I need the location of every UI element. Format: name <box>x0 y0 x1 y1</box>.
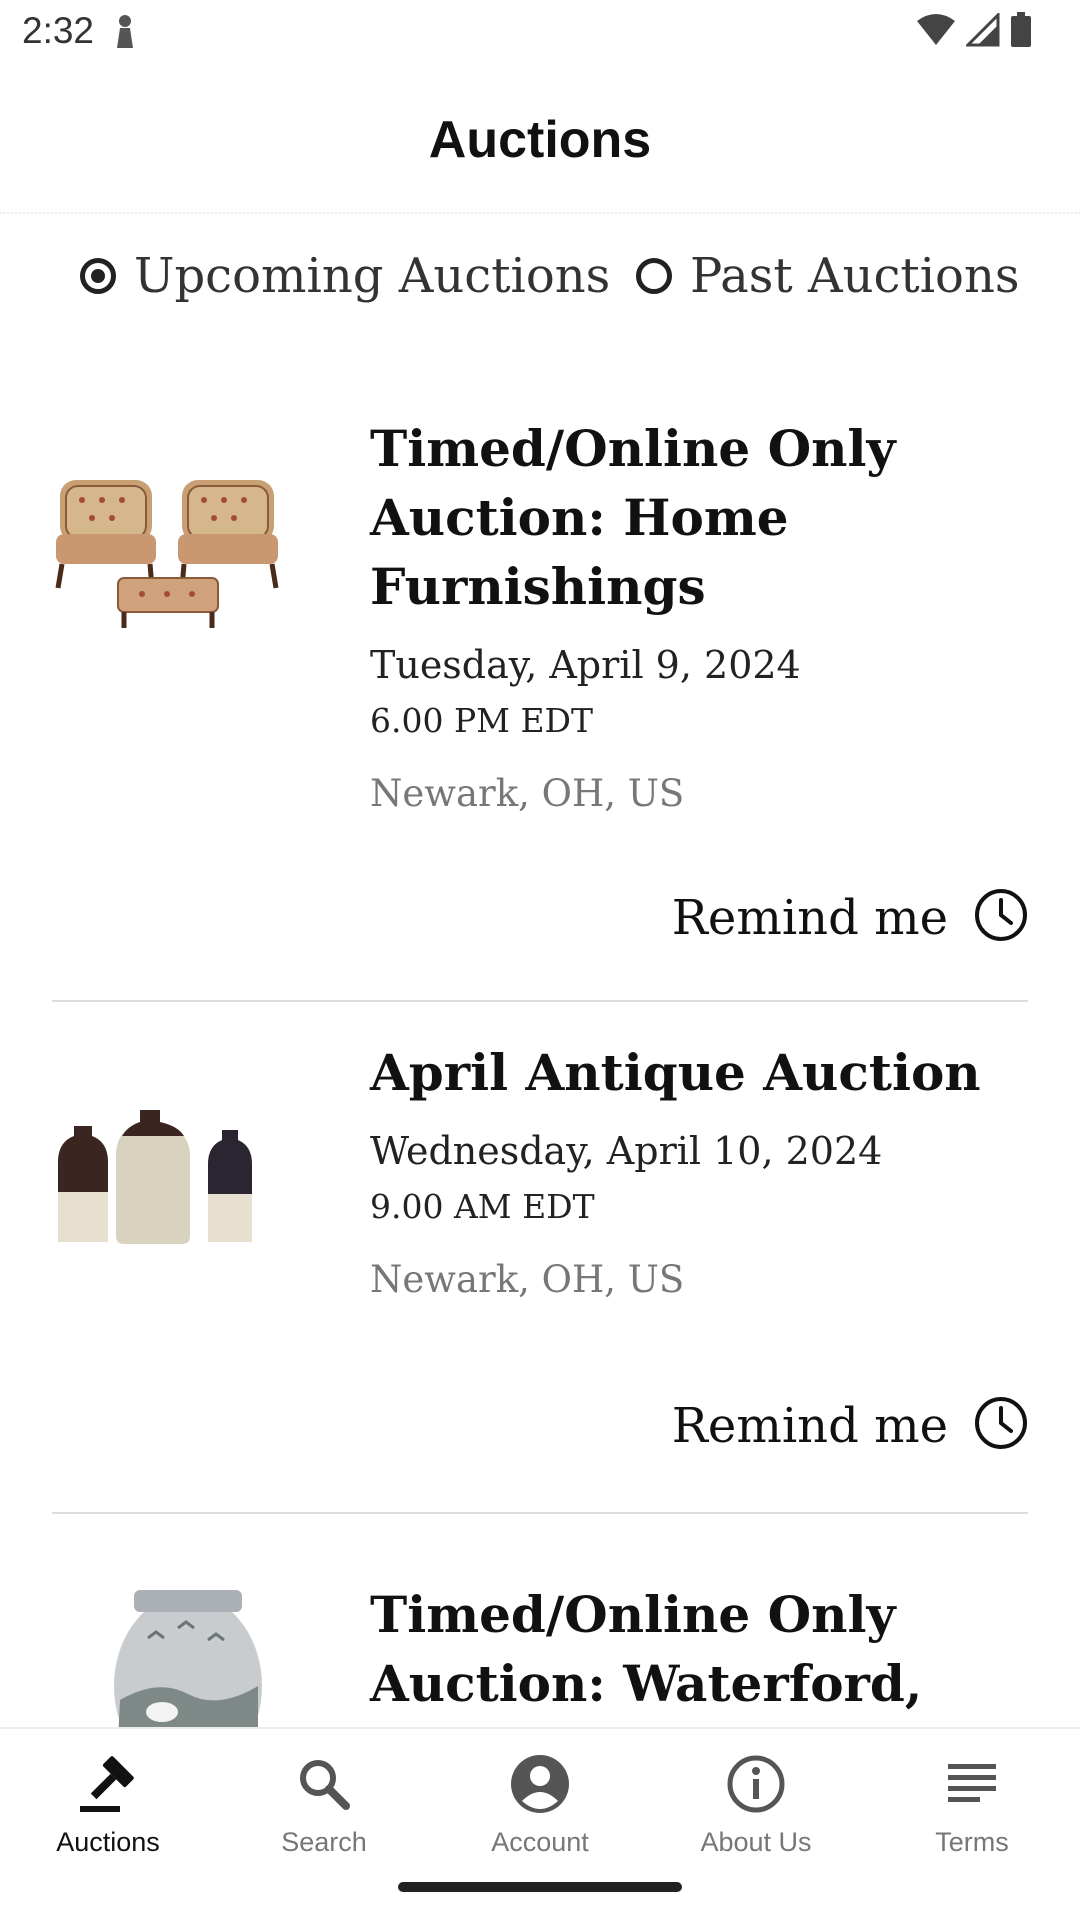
clock-icon[interactable] <box>974 888 1028 947</box>
nav-label: Account <box>491 1827 589 1857</box>
upcoming-auctions-label: Upcoming Auctions <box>134 248 611 304</box>
cell-signal-icon <box>964 11 1000 52</box>
upcoming-auctions-radio[interactable]: Upcoming Auctions <box>80 248 610 304</box>
auction-location: Newark, OH, US <box>370 1258 685 1301</box>
auction-date: Wednesday, April 10, 2024 <box>370 1129 883 1173</box>
porcelain-vase-photo[interactable] <box>108 1590 388 1727</box>
auction-location: Newark, OH, US <box>370 772 685 815</box>
info-icon[interactable] <box>648 1747 864 1821</box>
auction-title[interactable]: Timed/Online Only Auction: Home Furnishi… <box>370 414 1010 621</box>
search-icon[interactable] <box>216 1747 432 1821</box>
nav-terms[interactable]: Terms <box>864 1747 1080 1858</box>
account-icon[interactable] <box>432 1747 648 1821</box>
remind-me-label: Remind me <box>671 1397 948 1454</box>
auction-title[interactable]: Timed/Online Only Auction: Waterford, <box>370 1580 1010 1718</box>
battery-icon <box>1010 12 1032 53</box>
nav-auctions[interactable]: Auctions <box>0 1747 216 1858</box>
past-auctions-label: Past Auctions <box>690 248 1020 304</box>
wifi-icon <box>916 13 956 52</box>
radio-unselected-icon[interactable] <box>636 258 672 294</box>
auction-title[interactable]: April Antique Auction <box>370 1038 1010 1107</box>
auction-date: Tuesday, April 9, 2024 <box>370 643 801 687</box>
nav-label: About Us <box>700 1827 812 1857</box>
nav-label: Terms <box>935 1827 1009 1857</box>
stoneware-jugs-photo[interactable] <box>52 1102 332 1257</box>
auction-time: 6.00 PM EDT <box>370 701 594 740</box>
remind-me-button[interactable]: Remind me <box>672 888 1028 947</box>
bottom-navigation: Auctions Search Account About Us Terms <box>0 1727 1080 1922</box>
auction-filter: Upcoming Auctions Past Auctions <box>0 248 1080 328</box>
terms-icon[interactable] <box>864 1747 1080 1821</box>
app-header: Auctions <box>0 64 1080 214</box>
remind-me-label: Remind me <box>671 889 948 946</box>
auction-card[interactable]: Timed/Online Only Auction: Home Furnishi… <box>52 400 1028 1002</box>
home-indicator[interactable] <box>398 1882 682 1892</box>
nav-about-us[interactable]: About Us <box>648 1747 864 1858</box>
nav-account[interactable]: Account <box>432 1747 648 1858</box>
nav-label: Auctions <box>56 1827 160 1857</box>
upholstered-chairs-photo[interactable] <box>52 438 332 643</box>
status-time: 2:32 <box>22 10 95 51</box>
auction-list: Timed/Online Only Auction: Home Furnishi… <box>0 400 1080 1727</box>
status-bar: 2:32 <box>0 0 1080 64</box>
radio-selected-icon[interactable] <box>80 258 116 294</box>
page-title: Auctions <box>428 111 652 169</box>
past-auctions-radio[interactable]: Past Auctions <box>636 248 1019 304</box>
remind-me-button[interactable]: Remind me <box>672 1396 1028 1455</box>
auction-card[interactable]: Timed/Online Only Auction: Waterford, <box>52 1514 1028 1727</box>
gavel-icon[interactable] <box>0 1747 216 1821</box>
nav-label: Search <box>281 1827 367 1857</box>
notification-icon <box>113 14 137 55</box>
auction-card[interactable]: April Antique Auction Wednesday, April 1… <box>52 1002 1028 1514</box>
auction-time: 9.00 AM EDT <box>370 1187 595 1226</box>
nav-search[interactable]: Search <box>216 1747 432 1858</box>
clock-icon[interactable] <box>974 1396 1028 1455</box>
